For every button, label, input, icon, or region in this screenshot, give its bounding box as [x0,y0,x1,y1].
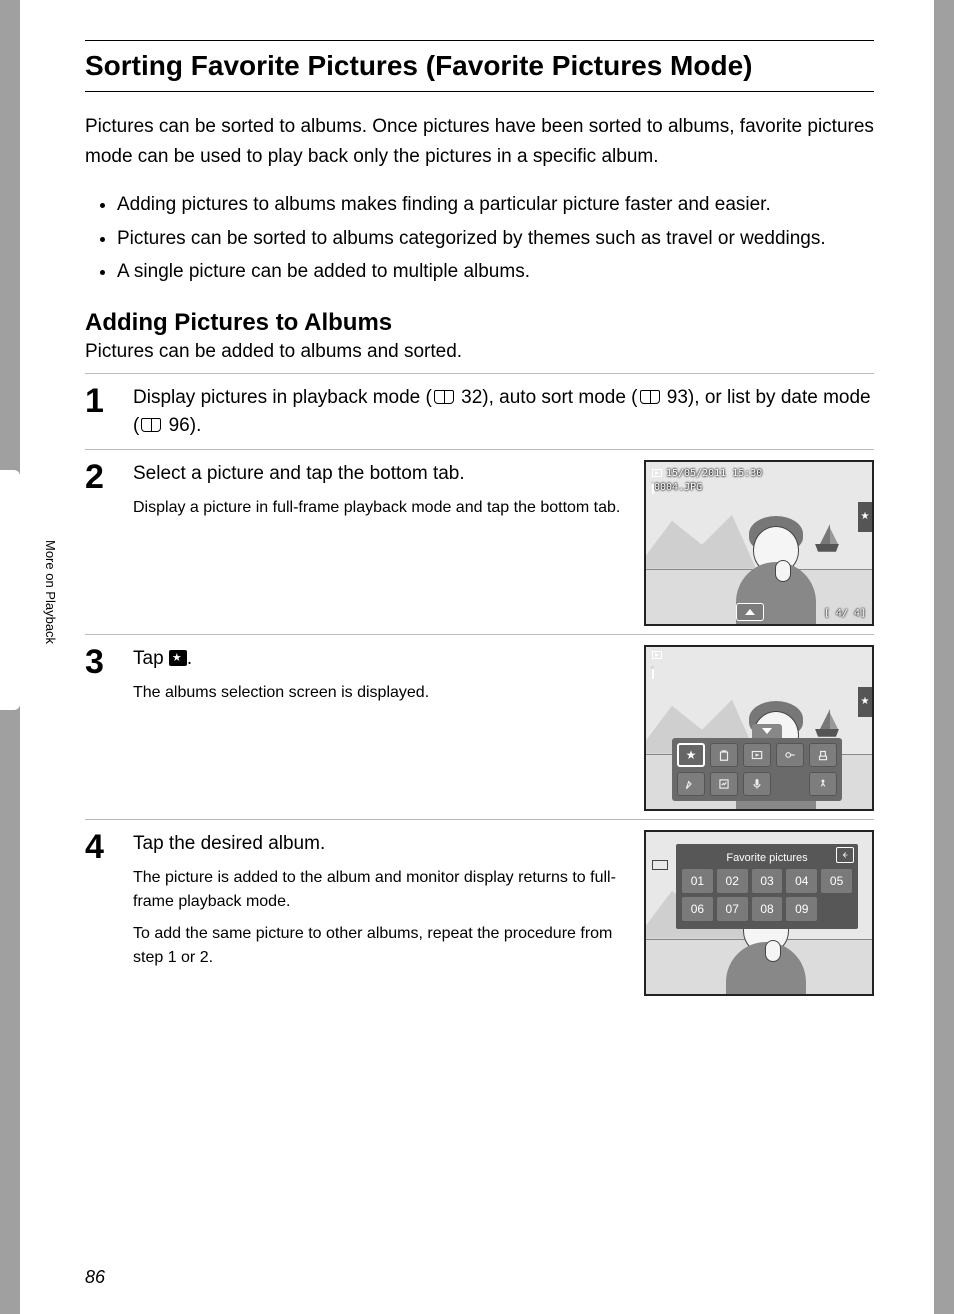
step-number: 2 [85,460,117,494]
section-label: More on Playback [43,540,58,644]
album-cell[interactable]: 02 [717,869,748,893]
print-button[interactable] [809,743,837,767]
step-text: 96). [163,415,201,436]
album-panel-title: Favorite pictures [682,849,852,870]
camera-screen-menu: ★ ★ [644,645,874,811]
album-panel: Favorite pictures 01 02 03 04 05 06 07 0… [676,844,858,930]
separator [85,373,874,374]
step-sub: Display a picture in full-frame playback… [133,496,624,520]
step-title: Tap the desired album. [133,830,624,859]
favorite-icon [169,650,187,666]
step-text: 32), auto sort mode ( [456,387,638,408]
album-cell[interactable]: 07 [717,897,748,921]
favorite-button[interactable]: ★ [677,743,705,767]
camera-screen-albums: Favorite pictures 01 02 03 04 05 06 07 0… [644,830,874,996]
rule [85,40,874,41]
bullet-item: Pictures can be sorted to albums categor… [117,224,874,253]
album-cell[interactable]: 05 [821,869,852,893]
step-text: Display pictures in playback mode ( [133,387,432,408]
bullet-item: A single picture can be added to multipl… [117,257,874,286]
step-sub: The albums selection screen is displayed… [133,681,624,705]
card-icon [652,666,654,679]
slideshow-button[interactable] [743,743,771,767]
bullet-item: Adding pictures to albums makes finding … [117,190,874,219]
sidebar-tab [0,470,20,710]
step-sub: To add the same picture to other albums,… [133,922,624,970]
step-number: 3 [85,645,117,679]
step-text: Tap [133,648,169,669]
date-text: 15/05/2011 15:30 [666,466,762,481]
subheading: Adding Pictures to Albums [85,309,874,337]
album-cell[interactable]: 06 [682,897,713,921]
page-ref-icon [640,390,660,404]
rule [85,91,874,92]
step-title: Tap . [133,645,624,674]
page-ref-icon [141,418,161,432]
delete-button[interactable] [710,743,738,767]
frame-counter: [ 4/ 4] [824,606,866,621]
filename-text: 0004.JPG [654,482,702,493]
voice-memo-button[interactable] [743,772,771,796]
separator [85,634,874,635]
separator [85,449,874,450]
intro-paragraph: Pictures can be sorted to albums. Once p… [85,112,874,173]
page-title: Sorting Favorite Pictures (Favorite Pict… [85,49,874,83]
bullet-list: Adding pictures to albums makes finding … [85,190,874,286]
bottom-tab-button[interactable] [736,603,764,621]
step-body: Display pictures in playback mode ( 32),… [133,384,874,441]
album-cell[interactable]: 04 [786,869,817,893]
step-sub: The picture is added to the album and mo… [133,866,624,914]
album-cell[interactable]: 08 [752,897,783,921]
separator [85,819,874,820]
step-number: 1 [85,384,117,418]
favorite-tab-icon: ★ [858,502,872,532]
favorite-tab-icon: ★ [858,687,872,717]
step-1: 1 Display pictures in playback mode ( 32… [85,384,874,441]
page: More on Playback Sorting Favorite Pictur… [20,0,934,1314]
card-icon [652,860,668,870]
step-4: 4 Tap the desired album. The picture is … [85,830,874,996]
album-cell[interactable]: 01 [682,869,713,893]
collapse-button[interactable] [752,724,782,738]
card-icon [652,481,654,494]
step-text: . [187,648,192,669]
step-3: 3 Tap . The albums selection screen is d… [85,645,874,811]
page-number: 86 [85,1267,105,1288]
album-cell[interactable]: 03 [752,869,783,893]
back-button[interactable] [836,847,854,863]
album-cell[interactable]: 09 [786,897,817,921]
step-2: 2 Select a picture and tap the bottom ta… [85,460,874,626]
camera-screen-playback: 15/05/2011 15:30 0004.JPG ★ [ 4/ 4] [644,460,874,626]
play-icon [652,651,662,659]
step-title: Select a picture and tap the bottom tab. [133,460,624,489]
retouch-button[interactable] [710,772,738,796]
subheading-desc: Pictures can be added to albums and sort… [85,341,874,363]
protect-button[interactable] [776,743,804,767]
paint-button[interactable] [677,772,705,796]
page-ref-icon [434,390,454,404]
play-icon [652,469,662,477]
setup-button[interactable] [809,772,837,796]
step-number: 4 [85,830,117,864]
menu-panel: ★ [672,738,842,801]
